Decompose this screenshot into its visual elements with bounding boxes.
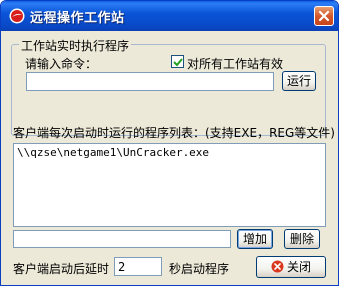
checkmark-icon: [173, 58, 183, 67]
window-title: 远程操作工作站: [30, 11, 125, 26]
app-logo-icon: [9, 8, 25, 24]
all-stations-label[interactable]: 对所有工作站有效: [187, 55, 283, 72]
delay-seconds-input[interactable]: [114, 257, 162, 276]
delay-suffix-label: 秒启动程序: [169, 262, 230, 276]
delay-label: 客户端启动后延时: [13, 262, 110, 276]
command-input[interactable]: [26, 72, 274, 91]
close-button[interactable]: 关闭: [256, 256, 326, 278]
remote-operation-dialog: 远程操作工作站 工作站实时执行程序 请输入命令： 对所有工作站有效 运行 客户端…: [0, 0, 339, 286]
close-icon: [318, 10, 330, 22]
group-title: 工作站实时执行程序: [19, 37, 132, 54]
delete-button[interactable]: 删除: [284, 229, 320, 249]
dialog-body: 工作站实时执行程序 请输入命令： 对所有工作站有效 运行 客户端每次启动时运行的…: [1, 31, 338, 285]
close-icon: [271, 260, 284, 273]
list-item[interactable]: \\qzse\netgame1\UnCracker.exe: [17, 146, 209, 159]
close-window-button[interactable]: [314, 6, 334, 26]
new-program-input[interactable]: [13, 230, 231, 248]
command-label: 请输入命令：: [25, 57, 98, 71]
startup-program-list[interactable]: \\qzse\netgame1\UnCracker.exe: [13, 143, 326, 227]
startup-list-label: 客户端每次启动时运行的程序列表：(支持EXE，REG等文件): [13, 126, 335, 140]
title-bar[interactable]: 远程操作工作站: [1, 1, 338, 31]
all-stations-checkbox[interactable]: [171, 55, 184, 68]
close-button-label: 关闭: [286, 260, 311, 274]
add-button[interactable]: 增加: [237, 229, 273, 249]
run-button[interactable]: 运行: [282, 71, 316, 91]
